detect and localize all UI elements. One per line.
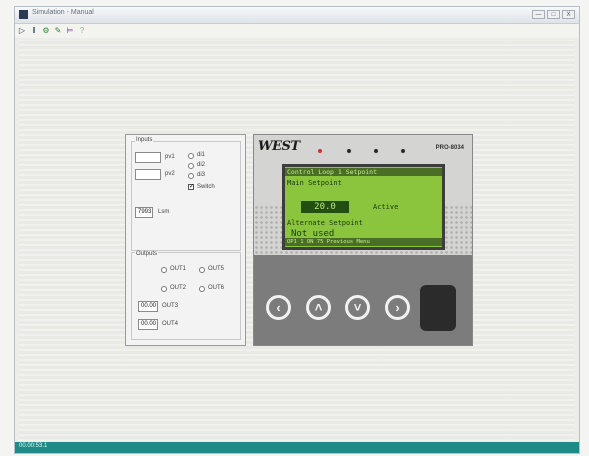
lcd-footer: OP1 1 ON 75 Previous Menu [285, 238, 442, 246]
left-arrow-button[interactable]: ‹ [266, 295, 291, 320]
outputs-group-label: Outputs [135, 251, 159, 257]
title-bar[interactable]: Simulation - Manual — □ X [15, 7, 579, 24]
lsm-input[interactable]: 7993 [135, 207, 153, 218]
switch-checkbox[interactable]: ✓ [188, 184, 194, 190]
lcd-screen: Control Loop 1 Setpoint Main Setpoint 20… [285, 167, 442, 247]
model-label: PRO-8034 [435, 145, 464, 151]
lcd-alternate-setpoint: Alternate Setpoint [287, 219, 363, 227]
out3-label: OUT3 [162, 303, 179, 309]
status-bar: 00.00:53.1 [15, 442, 579, 453]
lcd-display: Control Loop 1 Setpoint Main Setpoint 20… [282, 164, 445, 250]
out2-label: OUT2 [170, 285, 187, 291]
led-indicator [318, 149, 322, 153]
maximize-button[interactable]: □ [547, 10, 560, 19]
out2-radio[interactable] [161, 286, 167, 292]
switch-label: Switch [197, 184, 215, 190]
down-arrow-button[interactable]: ˅ [345, 295, 370, 320]
out1-radio[interactable] [161, 267, 167, 273]
outputs-group: Outputs OUT1 OUT5 OUT2 OUT6 00.00 OUT3 0… [131, 251, 241, 340]
scale-icon[interactable]: ⊨ [65, 26, 75, 36]
out5-radio[interactable] [199, 267, 205, 273]
page-key-button[interactable] [420, 285, 456, 331]
di1-radio[interactable] [188, 153, 194, 159]
pv1-input[interactable] [135, 152, 161, 163]
di2-radio[interactable] [188, 163, 194, 169]
run-icon[interactable]: ▷ [17, 26, 27, 36]
settings-icon[interactable]: ⚙ [41, 26, 51, 36]
led-indicator [374, 149, 378, 153]
led-indicator [347, 149, 351, 153]
io-panel: Inputs pv1 pv2 di1 di2 di3 ✓ Switch 7993… [125, 134, 246, 346]
close-button[interactable]: X [562, 10, 575, 19]
brand-logo: WEST [258, 139, 300, 154]
chart-icon[interactable]: ✎ [53, 26, 63, 36]
toolbar: ▷ ‖ ⚙ ✎ ⊨ ? [15, 24, 579, 38]
inputs-group-label: Inputs [135, 137, 154, 143]
pv2-label: pv2 [165, 171, 175, 177]
lcd-header: Control Loop 1 Setpoint [285, 168, 442, 176]
di3-label: di3 [197, 172, 206, 178]
lcd-status: Active [373, 203, 399, 211]
pause-icon[interactable]: ‖ [29, 26, 39, 36]
pv1-label: pv1 [165, 154, 175, 160]
up-arrow-button[interactable]: ˄ [306, 295, 331, 320]
minimize-button[interactable]: — [532, 10, 545, 19]
out3-value[interactable]: 00.00 [138, 301, 158, 312]
app-icon [19, 10, 28, 19]
di1-label: di1 [197, 152, 206, 158]
out6-label: OUT6 [208, 285, 225, 291]
right-arrow-button[interactable]: › [385, 295, 410, 320]
status-text: 00.00:53.1 [19, 443, 48, 449]
lcd-main-setpoint: Main Setpoint [287, 179, 342, 187]
out4-value[interactable]: 00.00 [138, 319, 158, 330]
pv2-input[interactable] [135, 169, 161, 180]
out1-label: OUT1 [170, 266, 187, 272]
help-icon[interactable]: ? [77, 26, 87, 36]
lcd-setpoint-value: 20.0 [301, 201, 349, 213]
out4-label: OUT4 [162, 321, 179, 327]
led-indicator [401, 149, 405, 153]
out6-radio[interactable] [199, 286, 205, 292]
out5-label: OUT5 [208, 266, 225, 272]
di3-radio[interactable] [188, 173, 194, 179]
lsm-label: Lsm [158, 209, 170, 215]
window-title: Simulation - Manual [32, 9, 94, 16]
di2-label: di2 [197, 162, 206, 168]
inputs-group: Inputs pv1 pv2 di1 di2 di3 ✓ Switch 7993… [131, 137, 241, 251]
controller-faceplate: WEST PRO-8034 Control Loop 1 Setpoint Ma… [253, 134, 473, 346]
